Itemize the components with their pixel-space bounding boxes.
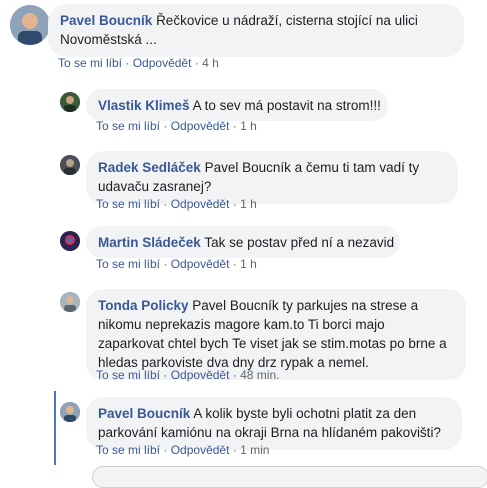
avatar[interactable] xyxy=(60,155,80,175)
reply-link[interactable]: Odpovědět xyxy=(133,56,192,70)
separator: · xyxy=(194,56,199,70)
comment-actions: To se mi líbí · Odpovědět · 1 h xyxy=(96,257,257,271)
comment-actions: To se mi líbí · Odpovědět · 1 h xyxy=(96,197,257,211)
comment-author[interactable]: Pavel Boucník xyxy=(60,13,152,28)
reply-link[interactable]: Odpovědět xyxy=(171,197,230,211)
separator: · xyxy=(232,368,237,382)
comment-actions: To se mi líbí · Odpovědět · 1 h xyxy=(96,119,257,133)
reply-link[interactable]: Odpovědět xyxy=(171,119,230,133)
timestamp[interactable]: 4 h xyxy=(202,56,219,70)
comment-author[interactable]: Radek Sedláček xyxy=(98,160,201,175)
comment-bubble: Vlastik Klimeš A to sev má postavit na s… xyxy=(86,89,388,121)
separator: · xyxy=(163,197,168,211)
like-link[interactable]: To se mi líbí xyxy=(96,257,160,271)
avatar[interactable] xyxy=(10,5,50,45)
comment-author[interactable]: Pavel Boucník xyxy=(98,406,190,421)
separator: · xyxy=(163,368,168,382)
separator: · xyxy=(232,443,237,457)
like-link[interactable]: To se mi líbí xyxy=(96,197,160,211)
separator: · xyxy=(232,119,237,133)
comment-bubble: Tonda Policky Pavel Boucník ty parkujes … xyxy=(86,289,466,380)
separator: · xyxy=(125,56,130,70)
user-avatar-icon xyxy=(60,231,80,251)
comment-author[interactable]: Tonda Policky xyxy=(98,298,189,313)
thread-highlight-line xyxy=(54,391,56,465)
comment-text: Tak se postav před ní a nezavid xyxy=(204,235,395,250)
comment-author[interactable]: Martin Sládeček xyxy=(98,235,201,250)
comment-author[interactable]: Vlastik Klimeš xyxy=(98,98,190,113)
comment-bubble: Martin Sládeček Tak se postav před ní a … xyxy=(86,226,400,258)
avatar[interactable] xyxy=(60,292,80,312)
like-link[interactable]: To se mi líbí xyxy=(96,443,160,457)
like-link[interactable]: To se mi líbí xyxy=(96,368,160,382)
comment-actions: To se mi líbí · Odpovědět · 48 min. xyxy=(96,368,279,382)
comment-bubble: Pavel Boucník Řečkovice u nádraží, ciste… xyxy=(48,4,464,57)
user-avatar-icon xyxy=(10,5,50,45)
timestamp[interactable]: 48 min. xyxy=(240,368,279,382)
avatar[interactable] xyxy=(60,402,80,422)
comment-text: A to sev má postavit na strom!!! xyxy=(192,98,381,113)
user-avatar-icon xyxy=(60,155,80,175)
separator: · xyxy=(163,443,168,457)
avatar[interactable] xyxy=(60,231,80,251)
like-link[interactable]: To se mi líbí xyxy=(58,56,122,70)
separator: · xyxy=(163,257,168,271)
timestamp[interactable]: 1 h xyxy=(240,257,257,271)
avatar[interactable] xyxy=(60,92,80,112)
separator: · xyxy=(232,197,237,211)
timestamp[interactable]: 1 h xyxy=(240,119,257,133)
reply-link[interactable]: Odpovědět xyxy=(171,257,230,271)
comment-actions: To se mi líbí · Odpovědět · 1 min xyxy=(96,443,269,457)
timestamp[interactable]: 1 min xyxy=(240,443,269,457)
reply-link[interactable]: Odpovědět xyxy=(171,443,230,457)
separator: · xyxy=(163,119,168,133)
user-avatar-icon xyxy=(60,292,80,312)
reply-link[interactable]: Odpovědět xyxy=(171,368,230,382)
user-avatar-icon xyxy=(60,92,80,112)
comment-actions: To se mi líbí · Odpovědět · 4 h xyxy=(58,56,219,70)
like-link[interactable]: To se mi líbí xyxy=(96,119,160,133)
timestamp[interactable]: 1 h xyxy=(240,197,257,211)
separator: · xyxy=(232,257,237,271)
reply-input[interactable] xyxy=(92,466,487,488)
user-avatar-icon xyxy=(60,402,80,422)
